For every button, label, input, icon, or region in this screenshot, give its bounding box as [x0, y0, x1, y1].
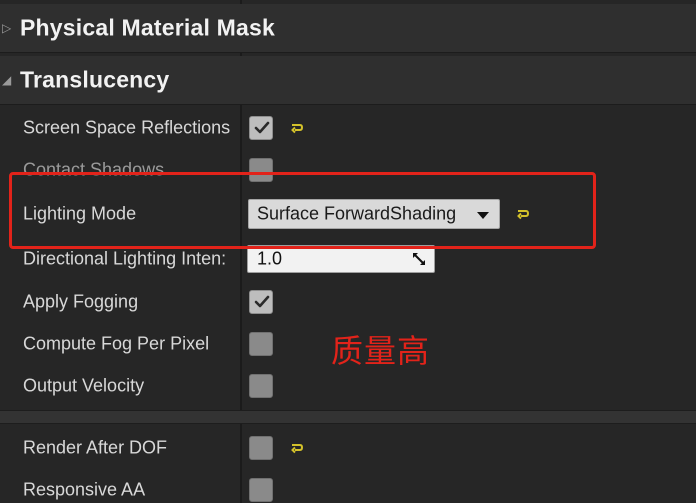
category-title: Physical Material Mask	[20, 14, 275, 41]
category-translucency[interactable]: ◢ Translucency	[0, 56, 696, 105]
property-label: Render After DOF	[23, 437, 168, 458]
compute-fog-per-pixel-checkbox[interactable]	[249, 332, 273, 356]
reset-arrow-icon[interactable]	[290, 121, 304, 135]
property-label: Directional Lighting Inten:	[23, 248, 227, 269]
property-label: Responsive AA	[23, 479, 146, 500]
property-label: Apply Fogging	[23, 291, 139, 312]
resize-arrows-icon[interactable]	[412, 252, 426, 266]
expanded-arrow-icon[interactable]: ◢	[2, 73, 11, 87]
render-after-dof-checkbox[interactable]	[249, 436, 273, 460]
check-icon	[254, 295, 270, 308]
responsive-aa-checkbox[interactable]	[249, 478, 273, 502]
number-value: 1.0	[257, 248, 283, 269]
property-label: Screen Space Reflections	[23, 117, 231, 138]
check-icon	[254, 121, 270, 134]
category-title: Translucency	[20, 66, 170, 93]
property-label: Compute Fog Per Pixel	[23, 333, 210, 354]
category-physical-material-mask[interactable]: ▷ Physical Material Mask	[0, 4, 696, 53]
property-label: Output Velocity	[23, 375, 145, 396]
property-row-screen-space-reflections: Screen Space Reflections	[0, 107, 696, 149]
reset-arrow-icon[interactable]	[290, 441, 304, 455]
highlight-box	[9, 172, 596, 249]
property-row-responsive-aa: Responsive AA	[0, 469, 696, 503]
annotation-text: 质量高	[331, 332, 431, 370]
apply-fogging-checkbox[interactable]	[249, 290, 273, 314]
property-row-apply-fogging: Apply Fogging	[0, 281, 696, 323]
details-panel: ▷ Physical Material Mask ◢ Translucency …	[0, 0, 696, 503]
directional-lighting-intensity-input[interactable]: 1.0	[247, 245, 435, 273]
output-velocity-checkbox[interactable]	[249, 374, 273, 398]
collapsed-arrow-icon[interactable]: ▷	[2, 21, 11, 35]
screen-space-reflections-checkbox[interactable]	[249, 116, 273, 140]
property-row-render-after-dof: Render After DOF	[0, 427, 696, 469]
section-separator	[0, 410, 696, 424]
